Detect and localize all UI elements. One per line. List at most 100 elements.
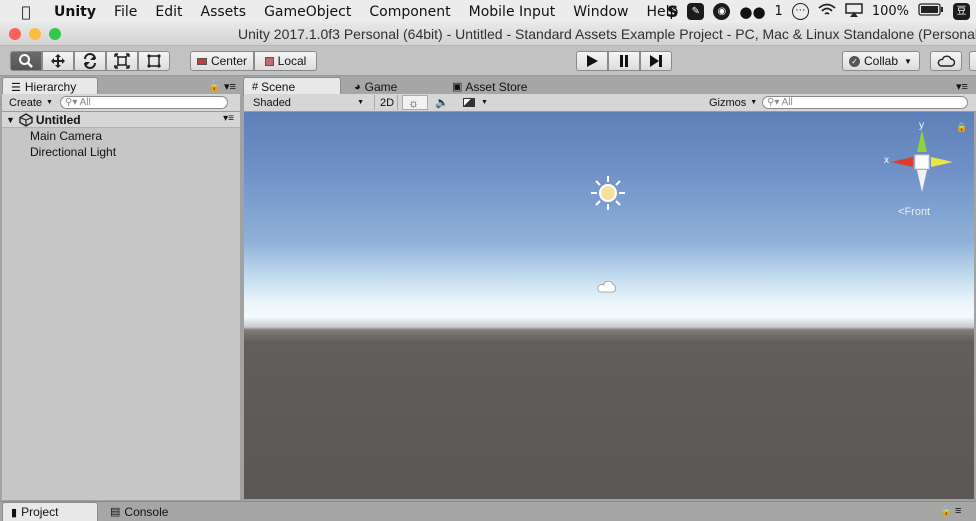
cube-icon: [264, 56, 274, 66]
lighting-toggle[interactable]: ☼: [402, 95, 428, 110]
shading-mode-dropdown[interactable]: Shaded ▼: [248, 95, 368, 110]
minimize-window-button[interactable]: [29, 28, 41, 40]
sun-icon: ☼: [408, 95, 419, 110]
app-menu[interactable]: Unity: [54, 4, 96, 20]
maximize-window-button[interactable]: [49, 28, 61, 40]
bottom-tab-strip: ▮ Project ▤ Console 🔒 ≡: [0, 501, 976, 521]
scene-search-input[interactable]: ⚲▾ All: [762, 96, 968, 109]
hierarchy-item-main-camera[interactable]: Main Camera: [30, 129, 102, 143]
lock-icon[interactable]: 🔒: [208, 81, 220, 92]
toggle-2d-button[interactable]: 2D: [374, 95, 398, 110]
game-tab-label: Game: [364, 79, 398, 94]
menu-edit[interactable]: Edit: [155, 4, 182, 20]
asset-store-tab-label: Asset Store: [465, 79, 528, 94]
wechat-count: 1: [774, 4, 783, 19]
audio-toggle[interactable]: 🔈: [430, 95, 454, 110]
hierarchy-search-placeholder: All: [79, 97, 91, 108]
cloud-icon: [937, 55, 955, 67]
gizmos-dropdown[interactable]: Gizmos ▼: [704, 95, 758, 110]
menu-assets[interactable]: Assets: [201, 4, 247, 20]
pivot-label: Center: [210, 54, 247, 68]
hierarchy-item-directional-light[interactable]: Directional Light: [30, 145, 116, 159]
menu-mobile-input[interactable]: Mobile Input: [469, 4, 556, 20]
apple-menu-icon[interactable]: : [12, 3, 40, 21]
collab-label: Collab: [864, 54, 899, 68]
view-mode-text: Front: [904, 206, 931, 218]
panel-menu-icon[interactable]: ▾≡: [224, 80, 236, 93]
menu-window[interactable]: Window: [573, 4, 628, 20]
mac-menu-bar:  Unity File Edit Assets GameObject Comp…: [0, 0, 976, 23]
x-axis-label: x: [884, 155, 889, 166]
lock-icon[interactable]: 🔒: [956, 122, 967, 133]
airplay-icon[interactable]: [845, 2, 863, 21]
hierarchy-search-input[interactable]: ⚲▾ All: [60, 96, 228, 109]
panel-menu-icon[interactable]: ▾≡: [956, 80, 968, 93]
scene-menu-icon[interactable]: ▾≡: [223, 113, 234, 124]
axis-gizmo-icon: [891, 130, 953, 192]
view-mode-label[interactable]: <Front: [898, 206, 930, 218]
lock-icon[interactable]: 🔒: [940, 506, 952, 517]
dropdown-arrow-icon: ▼: [904, 56, 912, 66]
pacman-icon: ◕: [354, 80, 361, 93]
checkmark-icon: ✓: [849, 55, 860, 67]
directional-light-icon[interactable]: [589, 174, 627, 212]
expand-arrow-icon[interactable]: ▼: [6, 115, 15, 125]
effects-dropdown[interactable]: ▼: [458, 95, 492, 110]
evernote-icon[interactable]: ◉: [713, 3, 731, 20]
move-tool-button[interactable]: [42, 51, 74, 71]
space-label: Local: [277, 54, 307, 68]
dropdown-arrow-icon: ▼: [357, 99, 364, 106]
menu-component[interactable]: Component: [369, 4, 450, 20]
dash-icon[interactable]: ✎: [687, 3, 705, 20]
main-toolbar: Center Local ✓ Collab ▼: [0, 46, 976, 76]
project-tab-label: Project: [21, 505, 59, 519]
panel-menu-icon[interactable]: ≡: [955, 505, 961, 517]
menu-file[interactable]: File: [114, 4, 137, 20]
step-button[interactable]: [640, 51, 672, 71]
step-icon: [650, 55, 662, 67]
tab-console[interactable]: ▤ Console: [102, 502, 192, 521]
hierarchy-tab-label: Hierarchy: [24, 80, 77, 94]
space-local-toggle[interactable]: Local: [254, 51, 317, 71]
dropdown-arrow-icon: ▼: [750, 99, 758, 106]
scene-search-placeholder: All: [781, 97, 793, 108]
scrivener-icon[interactable]: S: [667, 2, 679, 21]
tab-project[interactable]: ▮ Project: [2, 502, 98, 521]
hierarchy-tree: ▼ Untitled ▾≡ Main Camera Directional Li…: [2, 112, 240, 500]
create-dropdown[interactable]: Create ▼: [4, 95, 53, 110]
menu-gameobject[interactable]: GameObject: [264, 4, 351, 20]
store-icon: ▣: [452, 81, 463, 93]
account-button[interactable]: [969, 51, 976, 71]
input-method-icon[interactable]: 豆: [953, 3, 970, 20]
scene-name: Untitled: [35, 112, 81, 127]
scene-row[interactable]: ▼ Untitled ▾≡: [2, 112, 240, 128]
scene-tab-label: Scene: [261, 80, 296, 94]
search-hand-icon: [19, 54, 33, 68]
battery-icon[interactable]: [918, 3, 944, 20]
scene-toolbar: Shaded ▼ 2D ☼ 🔈 ▼ Gizmos ▼ ⚲▾ All: [244, 94, 976, 112]
wifi-icon[interactable]: [818, 3, 836, 21]
scale-tool-button[interactable]: [106, 51, 138, 71]
window-title: Unity 2017.1.0f3 Personal (64bit) - Unti…: [238, 26, 976, 42]
rotate-tool-button[interactable]: [74, 51, 106, 71]
pause-button[interactable]: [608, 51, 640, 71]
search-icon: ⚲▾: [65, 97, 78, 108]
scene-viewport[interactable]: y x <Front 🔒: [244, 112, 974, 499]
folder-icon: ▮: [11, 506, 18, 519]
wechat-icon[interactable]: ●●: [739, 3, 765, 21]
collab-dropdown[interactable]: ✓ Collab ▼: [842, 51, 920, 71]
console-icon: ▤: [110, 506, 121, 518]
cloud-button[interactable]: [930, 51, 962, 71]
pivot-center-toggle[interactable]: Center: [190, 51, 254, 71]
hand-tool-button[interactable]: [10, 51, 42, 71]
unity-scene-icon: [19, 112, 33, 127]
scene-orientation-gizmo[interactable]: y x <Front: [882, 120, 962, 218]
rect-tool-button[interactable]: [138, 51, 170, 71]
rect-transform-icon: [147, 54, 161, 68]
console-tab-label: Console: [124, 504, 169, 519]
close-window-button[interactable]: [9, 28, 21, 40]
scale-icon: [114, 53, 130, 69]
messages-icon[interactable]: ⋯: [791, 3, 809, 20]
gizmos-label: Gizmos: [709, 96, 747, 109]
play-button[interactable]: [576, 51, 608, 71]
